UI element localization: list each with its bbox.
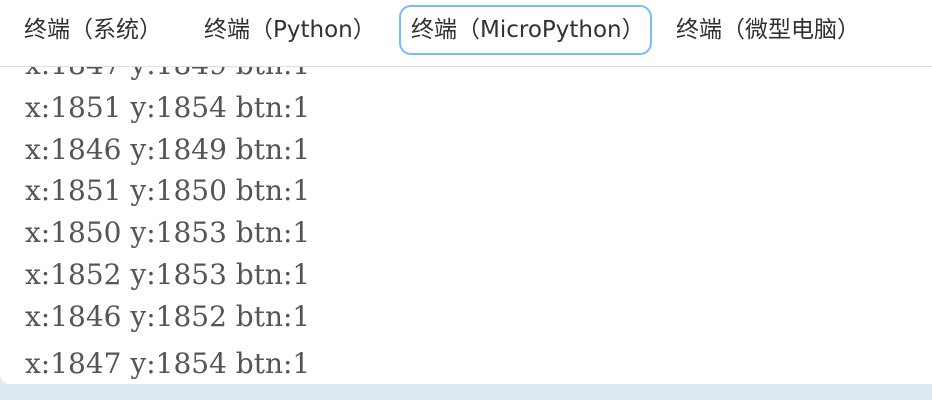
terminal-panel: 终端（系统） 终端（Python） 终端（MicroPython） 终端（微型电… [0,0,932,384]
tab-terminal-microcomputer[interactable]: 终端（微型电脑） [676,5,860,55]
tab-terminal-system[interactable]: 终端（系统） [24,5,162,55]
tab-terminal-micropython[interactable]: 终端（MicroPython） [399,5,652,55]
terminal-line: x:1847 y:1854 btn:1 [25,347,311,380]
terminal-output[interactable]: x:1847 y:1849 btn:1 x:1851 y:1854 btn:1 … [0,67,932,384]
terminal-line: x:1851 y:1850 btn:1 [25,174,311,207]
tab-terminal-python[interactable]: 终端（Python） [204,5,376,55]
terminal-tab-bar: 终端（系统） 终端（Python） 终端（MicroPython） 终端（微型电… [0,0,932,67]
terminal-line: x:1846 y:1849 btn:1 [25,133,311,166]
terminal-line: x:1846 y:1852 btn:1 [25,300,311,333]
terminal-line: x:1852 y:1853 btn:1 [25,258,311,291]
terminal-line: x:1851 y:1854 btn:1 [25,91,311,124]
terminal-line: x:1847 y:1849 btn:1 [25,67,310,82]
terminal-line: x:1850 y:1853 btn:1 [25,216,311,249]
